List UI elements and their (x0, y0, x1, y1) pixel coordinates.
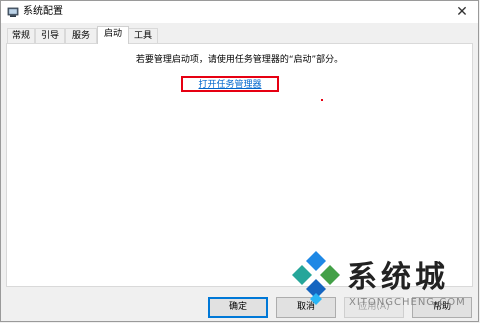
window-title: 系统配置 (23, 6, 63, 17)
annotation-dot (321, 99, 323, 101)
tab-label: 工具 (133, 31, 152, 41)
open-task-manager-link[interactable]: 打开任务管理器 (183, 79, 277, 91)
startup-message: 若要管理启动项，请使用任务管理器的“启动”部分。 (135, 55, 344, 65)
watermark: 系统城 XITONGCHENG.COM (287, 247, 477, 319)
tab-general[interactable]: 常规 (7, 28, 35, 43)
tab-tools[interactable]: 工具 (128, 28, 158, 43)
tab-label: 服务 (71, 31, 90, 41)
system-config-window: 系统配置 ✕ 常规 引导 服务 启动 工具 若要管理启动项，请使用任务管理器的“… (0, 0, 479, 322)
tab-startup[interactable]: 启动 (97, 26, 129, 44)
close-icon[interactable]: ✕ (452, 2, 472, 22)
tab-boot[interactable]: 引导 (35, 28, 65, 43)
tab-label: 启动 (103, 29, 122, 39)
tab-services[interactable]: 服务 (65, 28, 97, 43)
watermark-text: 系统城 (347, 260, 449, 295)
tab-label: 引导 (40, 31, 59, 41)
ok-label: 确定 (228, 302, 247, 312)
system-config-app-icon (7, 6, 19, 18)
highlight-box: 打开任务管理器 (181, 76, 279, 92)
ok-button[interactable]: 确定 (208, 297, 268, 318)
title-bar: 系统配置 ✕ (1, 1, 478, 23)
watermark-subtext: XITONGCHENG.COM (349, 297, 466, 308)
tab-label: 常规 (11, 31, 30, 41)
